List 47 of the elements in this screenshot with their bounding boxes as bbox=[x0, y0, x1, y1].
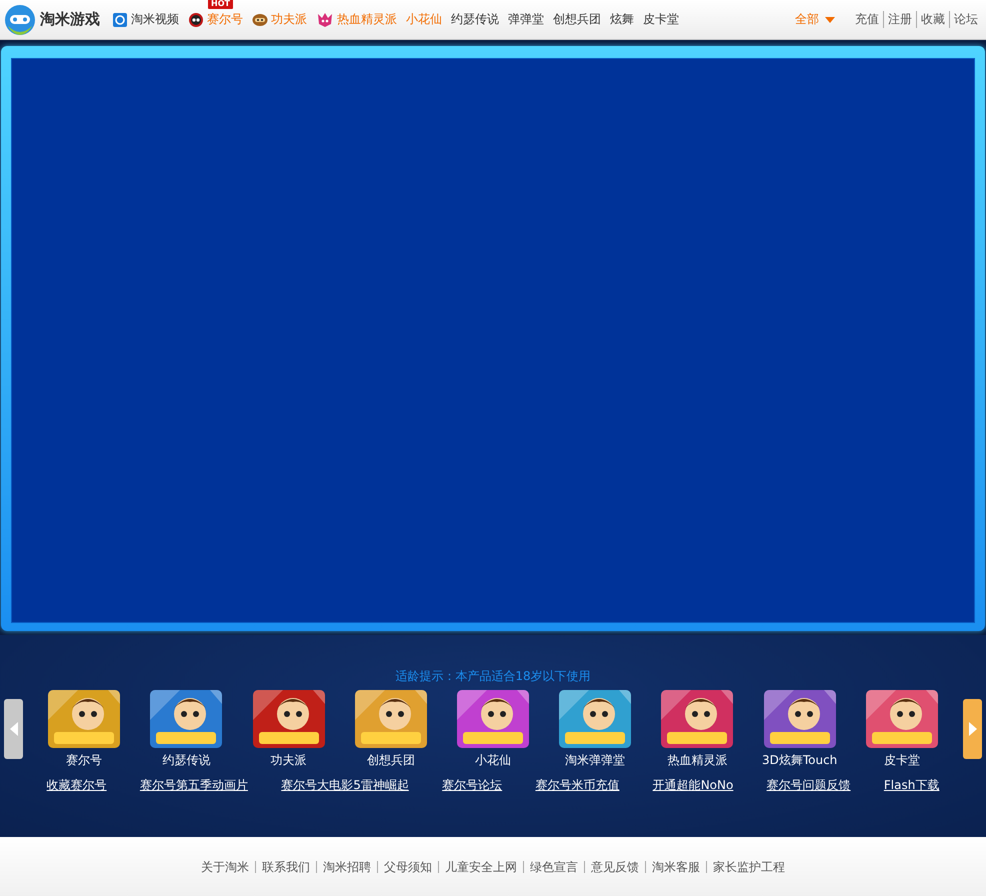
hot-badge: HOT bbox=[208, 0, 233, 9]
account-link[interactable]: 收藏 bbox=[916, 11, 949, 28]
account-link[interactable]: 论坛 bbox=[949, 11, 982, 28]
footer-link[interactable]: 家长监护工程 bbox=[706, 861, 791, 873]
monkey-face-icon bbox=[252, 12, 268, 26]
quick-link[interactable]: 开通超能NoNo bbox=[652, 777, 734, 794]
game-name[interactable]: 约瑟传说 bbox=[162, 752, 210, 768]
robot-head-icon bbox=[188, 12, 204, 28]
quick-link[interactable]: 赛尔号第五季动画片 bbox=[140, 777, 248, 794]
game-name[interactable]: 3D炫舞Touch bbox=[762, 752, 838, 768]
quick-link[interactable]: 赛尔号问题反馈 bbox=[766, 777, 851, 794]
game-name[interactable]: 小花仙 bbox=[474, 752, 511, 768]
footer-link[interactable]: 绿色宣言 bbox=[523, 861, 584, 873]
game-name[interactable]: 创想兵团 bbox=[366, 752, 415, 768]
game-name[interactable]: 淘米弹弹堂 bbox=[565, 752, 626, 768]
footer-link[interactable]: 淘米客服 bbox=[645, 861, 706, 873]
quick-link[interactable]: Flash下载 bbox=[884, 777, 940, 794]
logo-text: 淘米游戏 bbox=[40, 10, 100, 29]
left-arrow-icon bbox=[10, 722, 18, 736]
game-name[interactable]: 热血精灵派 bbox=[667, 752, 728, 768]
game-name[interactable]: 功夫派 bbox=[270, 752, 307, 768]
account-link[interactable]: 注册 bbox=[883, 11, 916, 28]
game-nav-link[interactable]: 约瑟传说 bbox=[451, 11, 499, 28]
caret-icon bbox=[825, 16, 835, 22]
game-name[interactable]: 赛尔号 bbox=[66, 752, 102, 768]
game-nav-link[interactable]: 创想兵团 bbox=[553, 11, 601, 28]
quick-link[interactable]: 赛尔号大电影5雷神崛起 bbox=[281, 777, 409, 794]
footer-link[interactable]: 联系我们 bbox=[255, 861, 316, 873]
right-arrow-icon bbox=[968, 722, 976, 736]
creature-icon bbox=[316, 12, 334, 28]
game-nav-link[interactable]: 弹弹堂 bbox=[508, 11, 544, 28]
game-nav-link[interactable]: 淘米视频 bbox=[112, 11, 179, 28]
game-nav-link[interactable]: 炫舞 bbox=[610, 11, 634, 28]
quick-link[interactable]: 收藏赛尔号 bbox=[46, 777, 107, 794]
footer-link[interactable]: 意见反馈 bbox=[584, 861, 645, 873]
footer-link[interactable]: 儿童安全上网 bbox=[438, 861, 523, 873]
footer-link[interactable]: 淘米招聘 bbox=[316, 861, 377, 873]
footer-link[interactable]: 父母须知 bbox=[377, 861, 438, 873]
logo-icon bbox=[4, 4, 36, 36]
game-name[interactable]: 皮卡堂 bbox=[884, 752, 920, 768]
quick-link[interactable]: 赛尔号论坛 bbox=[442, 777, 502, 794]
account-link[interactable]: 充值 bbox=[851, 11, 883, 28]
quick-link[interactable]: 赛尔号米币充值 bbox=[535, 777, 620, 794]
age-notice: 适龄提示：本产品适合18岁以下使用 bbox=[394, 668, 592, 684]
footer-link[interactable]: 关于淘米 bbox=[195, 861, 255, 873]
tv-icon bbox=[112, 12, 128, 28]
game-nav-link[interactable]: 皮卡堂 bbox=[643, 11, 679, 28]
